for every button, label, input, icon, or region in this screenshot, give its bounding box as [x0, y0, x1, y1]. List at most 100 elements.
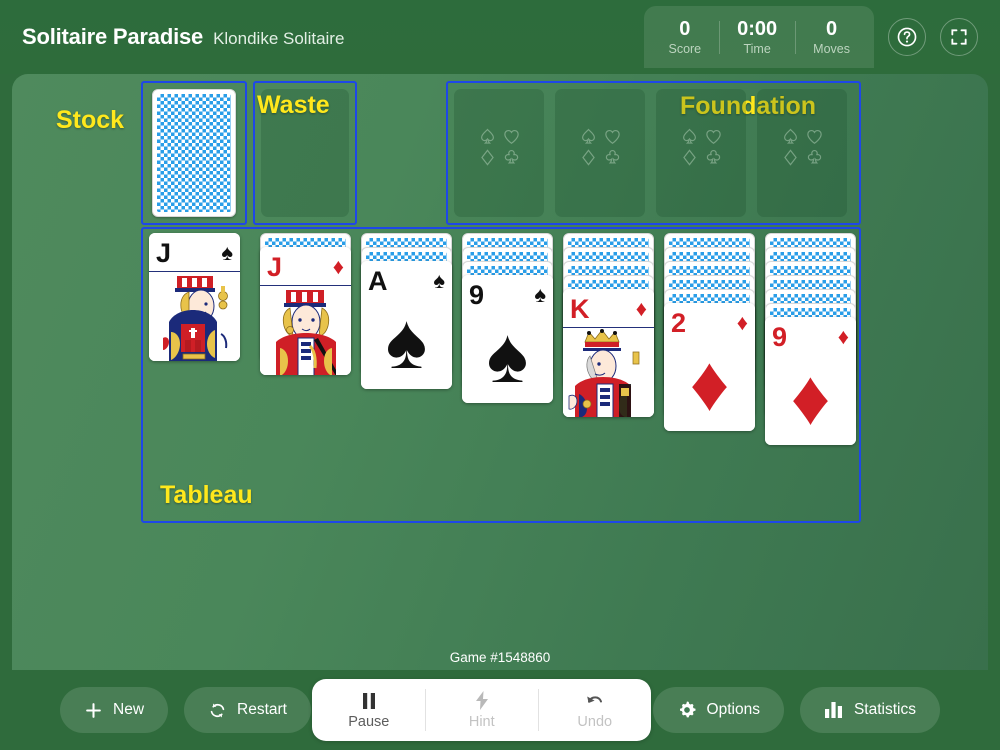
foundation-placeholder-suits: [656, 127, 746, 167]
card-rank: 2: [671, 307, 687, 338]
new-game-label: New: [113, 701, 145, 718]
foundation-pile-2[interactable]: [555, 89, 645, 217]
plus-icon: [86, 702, 101, 718]
card-face: 9 ♦ ♦: [765, 317, 856, 445]
tableau-card-9-diamond[interactable]: 9 ♦ ♦: [765, 317, 856, 445]
tableau-card-9-spade[interactable]: 9 ♠ ♠: [462, 275, 553, 403]
card-corner: 9 ♠: [462, 278, 553, 312]
diamond-outline-icon: [682, 149, 696, 166]
foundation-placeholder-suits: [757, 127, 847, 167]
card-rank: J: [267, 251, 283, 282]
jack-spade-illustration: [149, 272, 240, 361]
restart-label: Restart: [237, 701, 287, 718]
club-outline-icon: [706, 149, 720, 164]
spade-outline-icon: [581, 128, 595, 144]
spade-large-pip-icon: ♠: [486, 311, 529, 399]
heart-outline-icon: [503, 129, 519, 144]
tableau-card-A-spade[interactable]: A ♠ ♠: [361, 261, 452, 389]
game-mode-subtitle: Klondike Solitaire: [213, 29, 345, 48]
diamond-icon: ♦: [837, 324, 849, 349]
app-title: Solitaire Paradise: [22, 24, 204, 49]
stat-score: 0 Score: [650, 13, 719, 62]
hint-button[interactable]: Hint: [425, 679, 538, 741]
fullscreen-button[interactable]: [940, 18, 978, 56]
spade-icon: ♠: [221, 240, 233, 265]
statistics-label: Statistics: [853, 701, 916, 718]
options-label: Options: [706, 701, 760, 718]
waste-label: Waste: [257, 91, 330, 119]
card-corner: K ♦: [563, 292, 654, 326]
card-rank: K: [570, 293, 590, 324]
card-face: A ♠ ♠: [361, 261, 452, 389]
tableau-card-J-spade[interactable]: J ♠: [149, 233, 240, 361]
heart-outline-icon: [806, 129, 822, 144]
foundation-pile-4[interactable]: [757, 89, 847, 217]
club-outline-icon: [504, 149, 518, 164]
time-value: 0:00: [737, 18, 778, 40]
diamond-outline-icon: [581, 149, 595, 166]
court-card-art-king-diamond: [563, 327, 654, 417]
pause-button[interactable]: Pause: [312, 679, 425, 741]
diamond-icon: ♦: [635, 296, 647, 321]
card-rank: A: [368, 265, 388, 296]
club-outline-icon: [807, 149, 821, 164]
score-value: 0: [679, 18, 691, 40]
stat-time: 0:00 Time: [719, 13, 795, 62]
card-face: 9 ♠ ♠: [462, 275, 553, 403]
spade-outline-icon: [480, 128, 494, 144]
diamond-outline-icon: [480, 149, 494, 166]
court-card-art-jack-diamond: [260, 285, 351, 375]
game-control-group: Pause Hint Undo: [312, 679, 652, 741]
pause-label: Pause: [348, 713, 390, 730]
tableau-label: Tableau: [160, 481, 253, 509]
moves-label: Moves: [813, 42, 850, 56]
undo-button[interactable]: Undo: [538, 679, 651, 741]
diamond-outline-icon: [783, 149, 797, 166]
bar-chart-icon: [824, 702, 842, 718]
lightning-icon: [475, 691, 489, 711]
card-corner: A ♠: [361, 264, 452, 298]
card-rank: 9: [469, 279, 485, 310]
statistics-button[interactable]: Statistics: [799, 687, 940, 733]
card-rank: 9: [772, 321, 788, 352]
card-face: J ♠: [149, 233, 240, 361]
refresh-icon: [210, 703, 225, 717]
king-diamond-illustration: [563, 328, 654, 417]
tableau-card-K-diamond[interactable]: K ♦: [563, 289, 654, 417]
undo-arrow-icon: [585, 691, 605, 711]
card-face: K ♦: [563, 289, 654, 417]
options-button[interactable]: Options: [652, 687, 784, 733]
foundation-placeholder-suits: [454, 127, 544, 167]
spade-outline-icon: [783, 128, 797, 144]
help-button[interactable]: [888, 18, 926, 56]
bottom-toolbar: New Restart Pause Hint Undo Options Stat…: [0, 670, 1000, 750]
card-face: J ♦: [260, 247, 351, 375]
game-board: Stock Waste Foundation Tableau J ♠ J ♦ A…: [12, 74, 988, 670]
question-mark-circle-icon: [897, 27, 917, 47]
diamond-icon: ♦: [736, 310, 748, 335]
stock-pile[interactable]: [152, 89, 236, 217]
spade-icon: ♠: [534, 282, 546, 307]
card-corner: J ♠: [149, 236, 240, 270]
foundation-pile-3[interactable]: [656, 89, 746, 217]
card-rank: J: [156, 237, 172, 268]
card-back-pattern: [157, 94, 231, 212]
card-face: 2 ♦ ♦: [664, 303, 755, 431]
heart-outline-icon: [604, 129, 620, 144]
restart-button[interactable]: Restart: [184, 687, 311, 733]
spade-large-pip-icon: ♠: [385, 297, 428, 385]
stat-moves: 0 Moves: [795, 13, 868, 62]
moves-value: 0: [826, 18, 838, 40]
diamond-icon: ♦: [332, 254, 344, 279]
new-game-button[interactable]: New: [60, 687, 169, 733]
heart-outline-icon: [705, 129, 721, 144]
tableau-card-J-diamond[interactable]: J ♦: [260, 247, 351, 375]
gear-icon: [679, 701, 696, 718]
court-card-art-jack-spade: [149, 271, 240, 361]
tableau-card-2-diamond[interactable]: 2 ♦ ♦: [664, 303, 755, 431]
diamond-large-pip-icon: ♦: [689, 339, 730, 427]
foundation-pile-1[interactable]: [454, 89, 544, 217]
score-label: Score: [668, 42, 702, 56]
foundation-placeholder-suits: [555, 127, 645, 167]
pause-icon: [361, 691, 377, 711]
